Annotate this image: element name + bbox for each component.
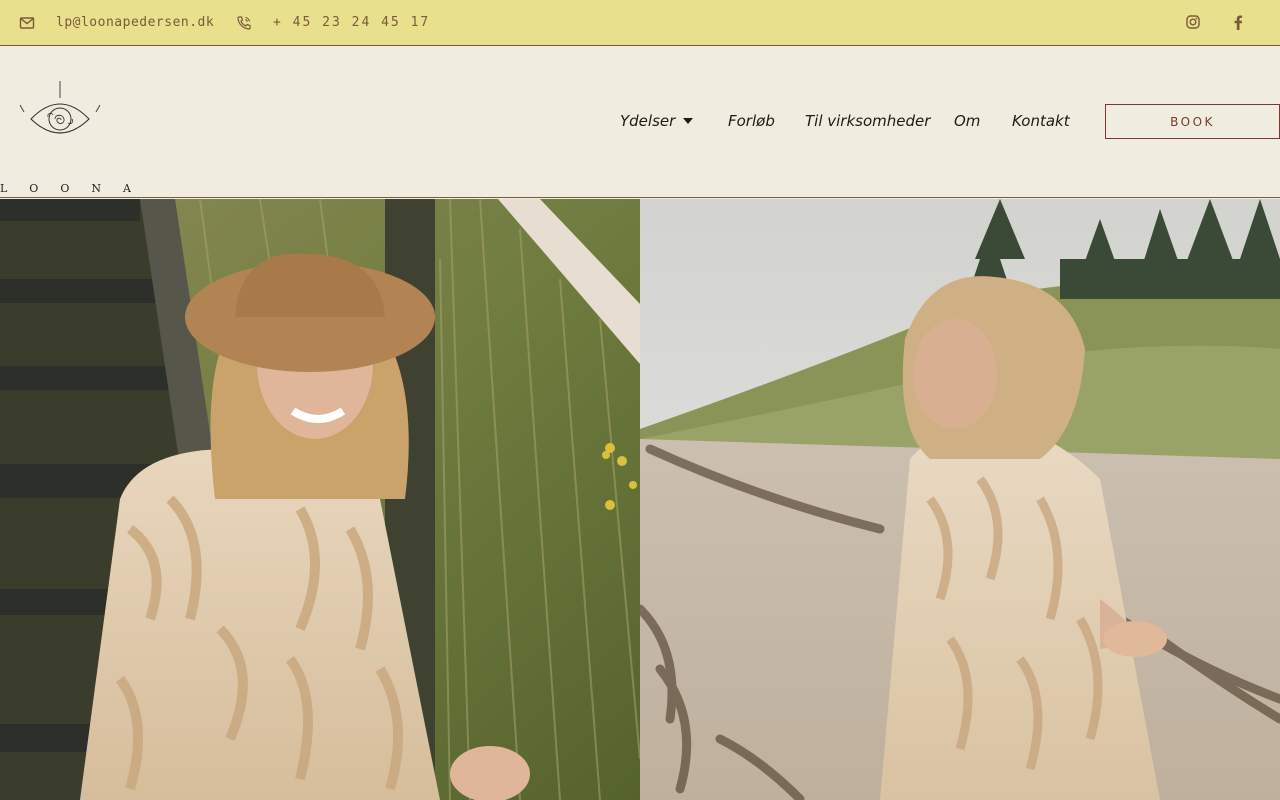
eye-logo-icon [19,81,101,134]
nav-til-virksomheder[interactable]: Til virksomheder [805,112,930,130]
phone-icon [236,15,252,31]
nav-kontakt[interactable]: Kontakt [1012,112,1070,130]
phone-contact[interactable]: + 45 23 24 45 17 [236,0,430,45]
facebook-icon[interactable] [1229,13,1247,31]
site-header: LOONA Ydelser Forløb Til virksomheder Om… [0,46,1280,198]
nav-forlob[interactable]: Forløb [728,112,775,130]
nav-ydelser[interactable]: Ydelser [620,112,675,130]
envelope-icon [19,15,35,31]
phone-link[interactable]: + 45 23 24 45 17 [273,15,430,30]
chevron-down-icon[interactable] [683,118,693,124]
instagram-icon[interactable] [1184,13,1202,31]
hero-photo-right [640,199,1280,800]
book-button[interactable]: BOOK [1105,104,1280,139]
logo-wordmark: LOONA [0,182,153,195]
nav-om[interactable]: Om [954,112,980,130]
hero-photo-left [0,199,640,800]
top-contact-bar: lp@loonapedersen.dk + 45 23 24 45 17 [0,0,1280,46]
email-contact[interactable]: lp@loonapedersen.dk [19,0,214,45]
logo[interactable]: LOONA [0,79,131,195]
email-link[interactable]: lp@loonapedersen.dk [56,15,214,30]
